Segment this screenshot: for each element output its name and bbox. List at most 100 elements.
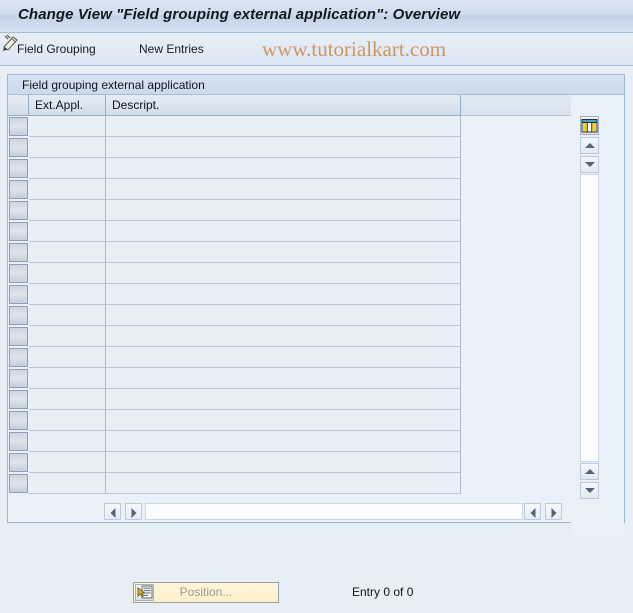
page-title: Change View "Field grouping external app… xyxy=(18,6,461,23)
scroll-right-icon-2[interactable] xyxy=(545,503,562,520)
cell-descript[interactable] xyxy=(106,305,461,326)
cell-ext-appl[interactable] xyxy=(29,410,106,431)
row-select-handle[interactable] xyxy=(9,180,28,199)
cell-descript[interactable] xyxy=(106,179,461,200)
row-select-handle[interactable] xyxy=(9,348,28,367)
table-row[interactable] xyxy=(8,200,571,221)
table-row[interactable] xyxy=(8,410,571,431)
table-row[interactable] xyxy=(8,431,571,452)
grid-header-row: Ext.Appl. Descript. xyxy=(8,95,624,116)
scroll-left-icon[interactable] xyxy=(104,503,121,520)
cell-descript[interactable] xyxy=(106,473,461,494)
row-select-handle[interactable] xyxy=(9,138,28,157)
scroll-down-icon[interactable] xyxy=(580,156,599,173)
cell-ext-appl[interactable] xyxy=(29,179,106,200)
scroll-up-icon-2[interactable] xyxy=(580,463,599,480)
scroll-right-icon[interactable] xyxy=(125,503,142,520)
cell-ext-appl[interactable] xyxy=(29,284,106,305)
table-row[interactable] xyxy=(8,305,571,326)
table-row[interactable] xyxy=(8,221,571,242)
cell-descript[interactable] xyxy=(106,263,461,284)
table-row[interactable] xyxy=(8,452,571,473)
table-settings-icon[interactable] xyxy=(580,116,599,135)
table-row[interactable] xyxy=(8,158,571,179)
cell-filler xyxy=(461,452,571,473)
row-select-handle[interactable] xyxy=(9,411,28,430)
table-row[interactable] xyxy=(8,242,571,263)
cell-descript[interactable] xyxy=(106,410,461,431)
entry-count-status: Entry 0 of 0 xyxy=(352,585,414,599)
cell-ext-appl[interactable] xyxy=(29,347,106,368)
field-grouping-menu-button[interactable]: Field Grouping xyxy=(17,42,96,56)
vertical-scroll-track[interactable] xyxy=(580,174,599,462)
scroll-down-icon-2[interactable] xyxy=(580,482,599,499)
panel-caption-label: Field grouping external application xyxy=(22,78,205,92)
cell-ext-appl[interactable] xyxy=(29,368,106,389)
cell-ext-appl[interactable] xyxy=(29,263,106,284)
row-select-handle[interactable] xyxy=(9,222,28,241)
row-select-handle[interactable] xyxy=(9,390,28,409)
cell-ext-appl[interactable] xyxy=(29,242,106,263)
table-row[interactable] xyxy=(8,263,571,284)
cell-descript[interactable] xyxy=(106,431,461,452)
row-select-handle[interactable] xyxy=(9,327,28,346)
column-header-select-all[interactable] xyxy=(8,95,29,116)
cell-ext-appl[interactable] xyxy=(29,137,106,158)
table-row[interactable] xyxy=(8,347,571,368)
cell-ext-appl[interactable] xyxy=(29,116,106,137)
cell-ext-appl[interactable] xyxy=(29,221,106,242)
row-select-handle[interactable] xyxy=(9,306,28,325)
cell-descript[interactable] xyxy=(106,326,461,347)
cell-descript[interactable] xyxy=(106,389,461,410)
cell-descript[interactable] xyxy=(106,452,461,473)
column-header-descript[interactable]: Descript. xyxy=(106,95,461,116)
window-title-bar: Change View "Field grouping external app… xyxy=(0,0,633,33)
cell-filler xyxy=(461,158,571,179)
cell-ext-appl[interactable] xyxy=(29,158,106,179)
table-row[interactable] xyxy=(8,326,571,347)
table-row[interactable] xyxy=(8,389,571,410)
scroll-left-icon-2[interactable] xyxy=(524,503,541,520)
horizontal-scrollbar[interactable] xyxy=(8,500,571,522)
cell-ext-appl[interactable] xyxy=(29,200,106,221)
cell-ext-appl[interactable] xyxy=(29,473,106,494)
cell-descript[interactable] xyxy=(106,284,461,305)
cell-ext-appl[interactable] xyxy=(29,305,106,326)
cell-descript[interactable] xyxy=(106,242,461,263)
row-select-handle[interactable] xyxy=(9,117,28,136)
cell-descript[interactable] xyxy=(106,368,461,389)
scroll-up-icon[interactable] xyxy=(580,137,599,154)
table-row[interactable] xyxy=(8,473,571,494)
cell-descript[interactable] xyxy=(106,347,461,368)
row-select-handle[interactable] xyxy=(9,159,28,178)
row-select-handle[interactable] xyxy=(9,369,28,388)
column-header-ext-appl[interactable]: Ext.Appl. xyxy=(29,95,106,116)
table-row[interactable] xyxy=(8,116,571,137)
position-button[interactable]: Position... xyxy=(133,582,279,603)
row-select-handle[interactable] xyxy=(9,201,28,220)
row-select-handle[interactable] xyxy=(9,243,28,262)
grid-body xyxy=(8,116,571,500)
table-row[interactable] xyxy=(8,368,571,389)
cell-ext-appl[interactable] xyxy=(29,431,106,452)
table-row[interactable] xyxy=(8,179,571,200)
table-row[interactable] xyxy=(8,137,571,158)
cell-descript[interactable] xyxy=(106,200,461,221)
row-select-handle[interactable] xyxy=(9,432,28,451)
horizontal-scroll-track[interactable] xyxy=(145,503,523,520)
cell-ext-appl[interactable] xyxy=(29,389,106,410)
cell-filler xyxy=(461,410,571,431)
cell-ext-appl[interactable] xyxy=(29,326,106,347)
row-select-handle[interactable] xyxy=(9,474,28,493)
cell-descript[interactable] xyxy=(106,116,461,137)
cell-filler xyxy=(461,179,571,200)
cell-descript[interactable] xyxy=(106,221,461,242)
row-select-handle[interactable] xyxy=(9,264,28,283)
table-row[interactable] xyxy=(8,284,571,305)
row-select-handle[interactable] xyxy=(9,285,28,304)
cell-descript[interactable] xyxy=(106,137,461,158)
row-select-handle[interactable] xyxy=(9,453,28,472)
cell-descript[interactable] xyxy=(106,158,461,179)
cell-ext-appl[interactable] xyxy=(29,452,106,473)
new-entries-button[interactable]: New Entries xyxy=(139,42,204,56)
